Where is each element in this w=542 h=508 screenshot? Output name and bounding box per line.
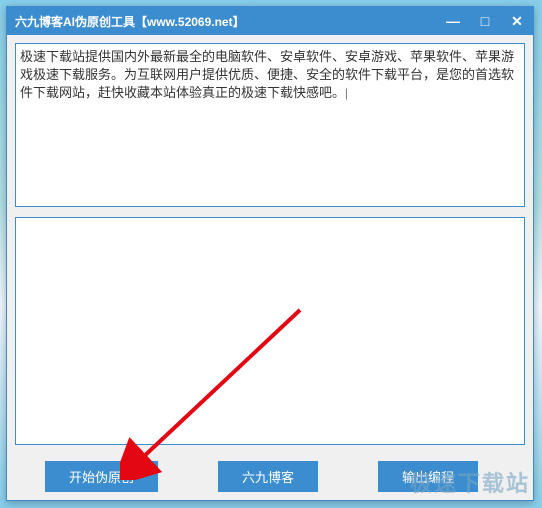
blog-button[interactable]: 六九博客	[218, 461, 318, 492]
button-row: 开始伪原创 六九博客 输出编程	[15, 455, 525, 492]
maximize-button[interactable]: □	[469, 7, 501, 35]
window-title: 六九博客AI伪原创工具【www.52069.net】	[15, 13, 437, 30]
content-area: 开始伪原创 六九博客 输出编程	[7, 35, 533, 500]
window-controls: — □ ✕	[437, 7, 533, 35]
close-button[interactable]: ✕	[501, 7, 533, 35]
minimize-button[interactable]: —	[437, 7, 469, 35]
start-button[interactable]: 开始伪原创	[45, 461, 158, 492]
app-window: 六九博客AI伪原创工具【www.52069.net】 — □ ✕ 开始伪原创 六…	[6, 6, 534, 501]
input-textarea[interactable]	[15, 43, 525, 207]
titlebar: 六九博客AI伪原创工具【www.52069.net】 — □ ✕	[7, 7, 533, 35]
export-button[interactable]: 输出编程	[378, 461, 478, 492]
output-textarea[interactable]	[15, 217, 525, 445]
